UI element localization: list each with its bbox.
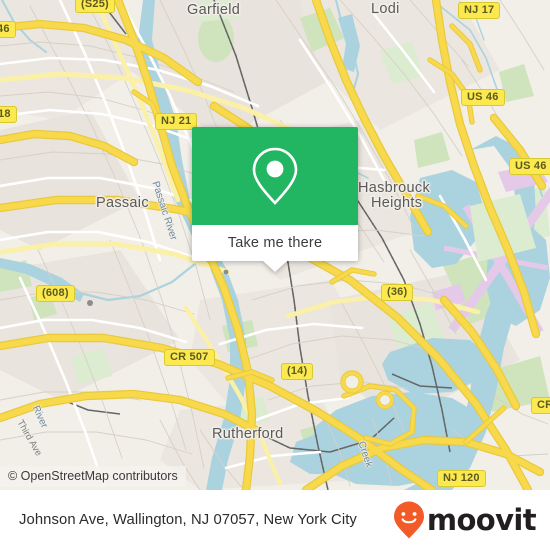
map-canvas[interactable]: .w { fill:#aad3df; } .wl { stroke:#aad3d… xyxy=(0,0,550,490)
footer-bar: Johnson Ave, Wallington, NJ 07057, New Y… xyxy=(0,490,550,550)
moovit-brand[interactable]: moovit xyxy=(392,500,537,540)
popup-tail xyxy=(263,261,287,272)
route-shield[interactable]: CR xyxy=(531,397,550,414)
route-shield[interactable]: 46 xyxy=(0,21,16,38)
route-shield[interactable]: (36) xyxy=(381,284,414,301)
map-screenshot: .w { fill:#aad3df; } .wl { stroke:#aad3d… xyxy=(0,0,550,550)
address-text: Johnson Ave, Wallington, NJ 07057, New Y… xyxy=(19,512,357,528)
route-shield[interactable]: (14) xyxy=(281,363,314,380)
osm-attribution[interactable]: © OpenStreetMap contributors xyxy=(0,466,186,487)
route-shield[interactable]: US 46 xyxy=(461,89,505,106)
route-shield[interactable]: (S25) xyxy=(75,0,115,13)
route-shield[interactable]: NJ 21 xyxy=(155,113,198,130)
route-shield[interactable]: US 46 xyxy=(509,158,550,175)
location-popup-card[interactable]: Take me there xyxy=(192,127,358,272)
popup-body[interactable]: Take me there xyxy=(192,225,358,272)
route-shield[interactable]: CR 507 xyxy=(164,349,215,366)
take-me-there-label: Take me there xyxy=(227,235,323,251)
moovit-pin-icon xyxy=(393,501,424,539)
moovit-wordmark: moovit xyxy=(426,503,537,537)
route-shield[interactable]: NJ 17 xyxy=(458,2,501,19)
popup-header xyxy=(192,127,358,225)
route-shield[interactable]: (608) xyxy=(36,285,75,302)
map-pin-icon xyxy=(252,147,298,205)
route-shield[interactable]: 18 xyxy=(0,106,17,123)
route-shield[interactable]: NJ 120 xyxy=(437,470,486,487)
